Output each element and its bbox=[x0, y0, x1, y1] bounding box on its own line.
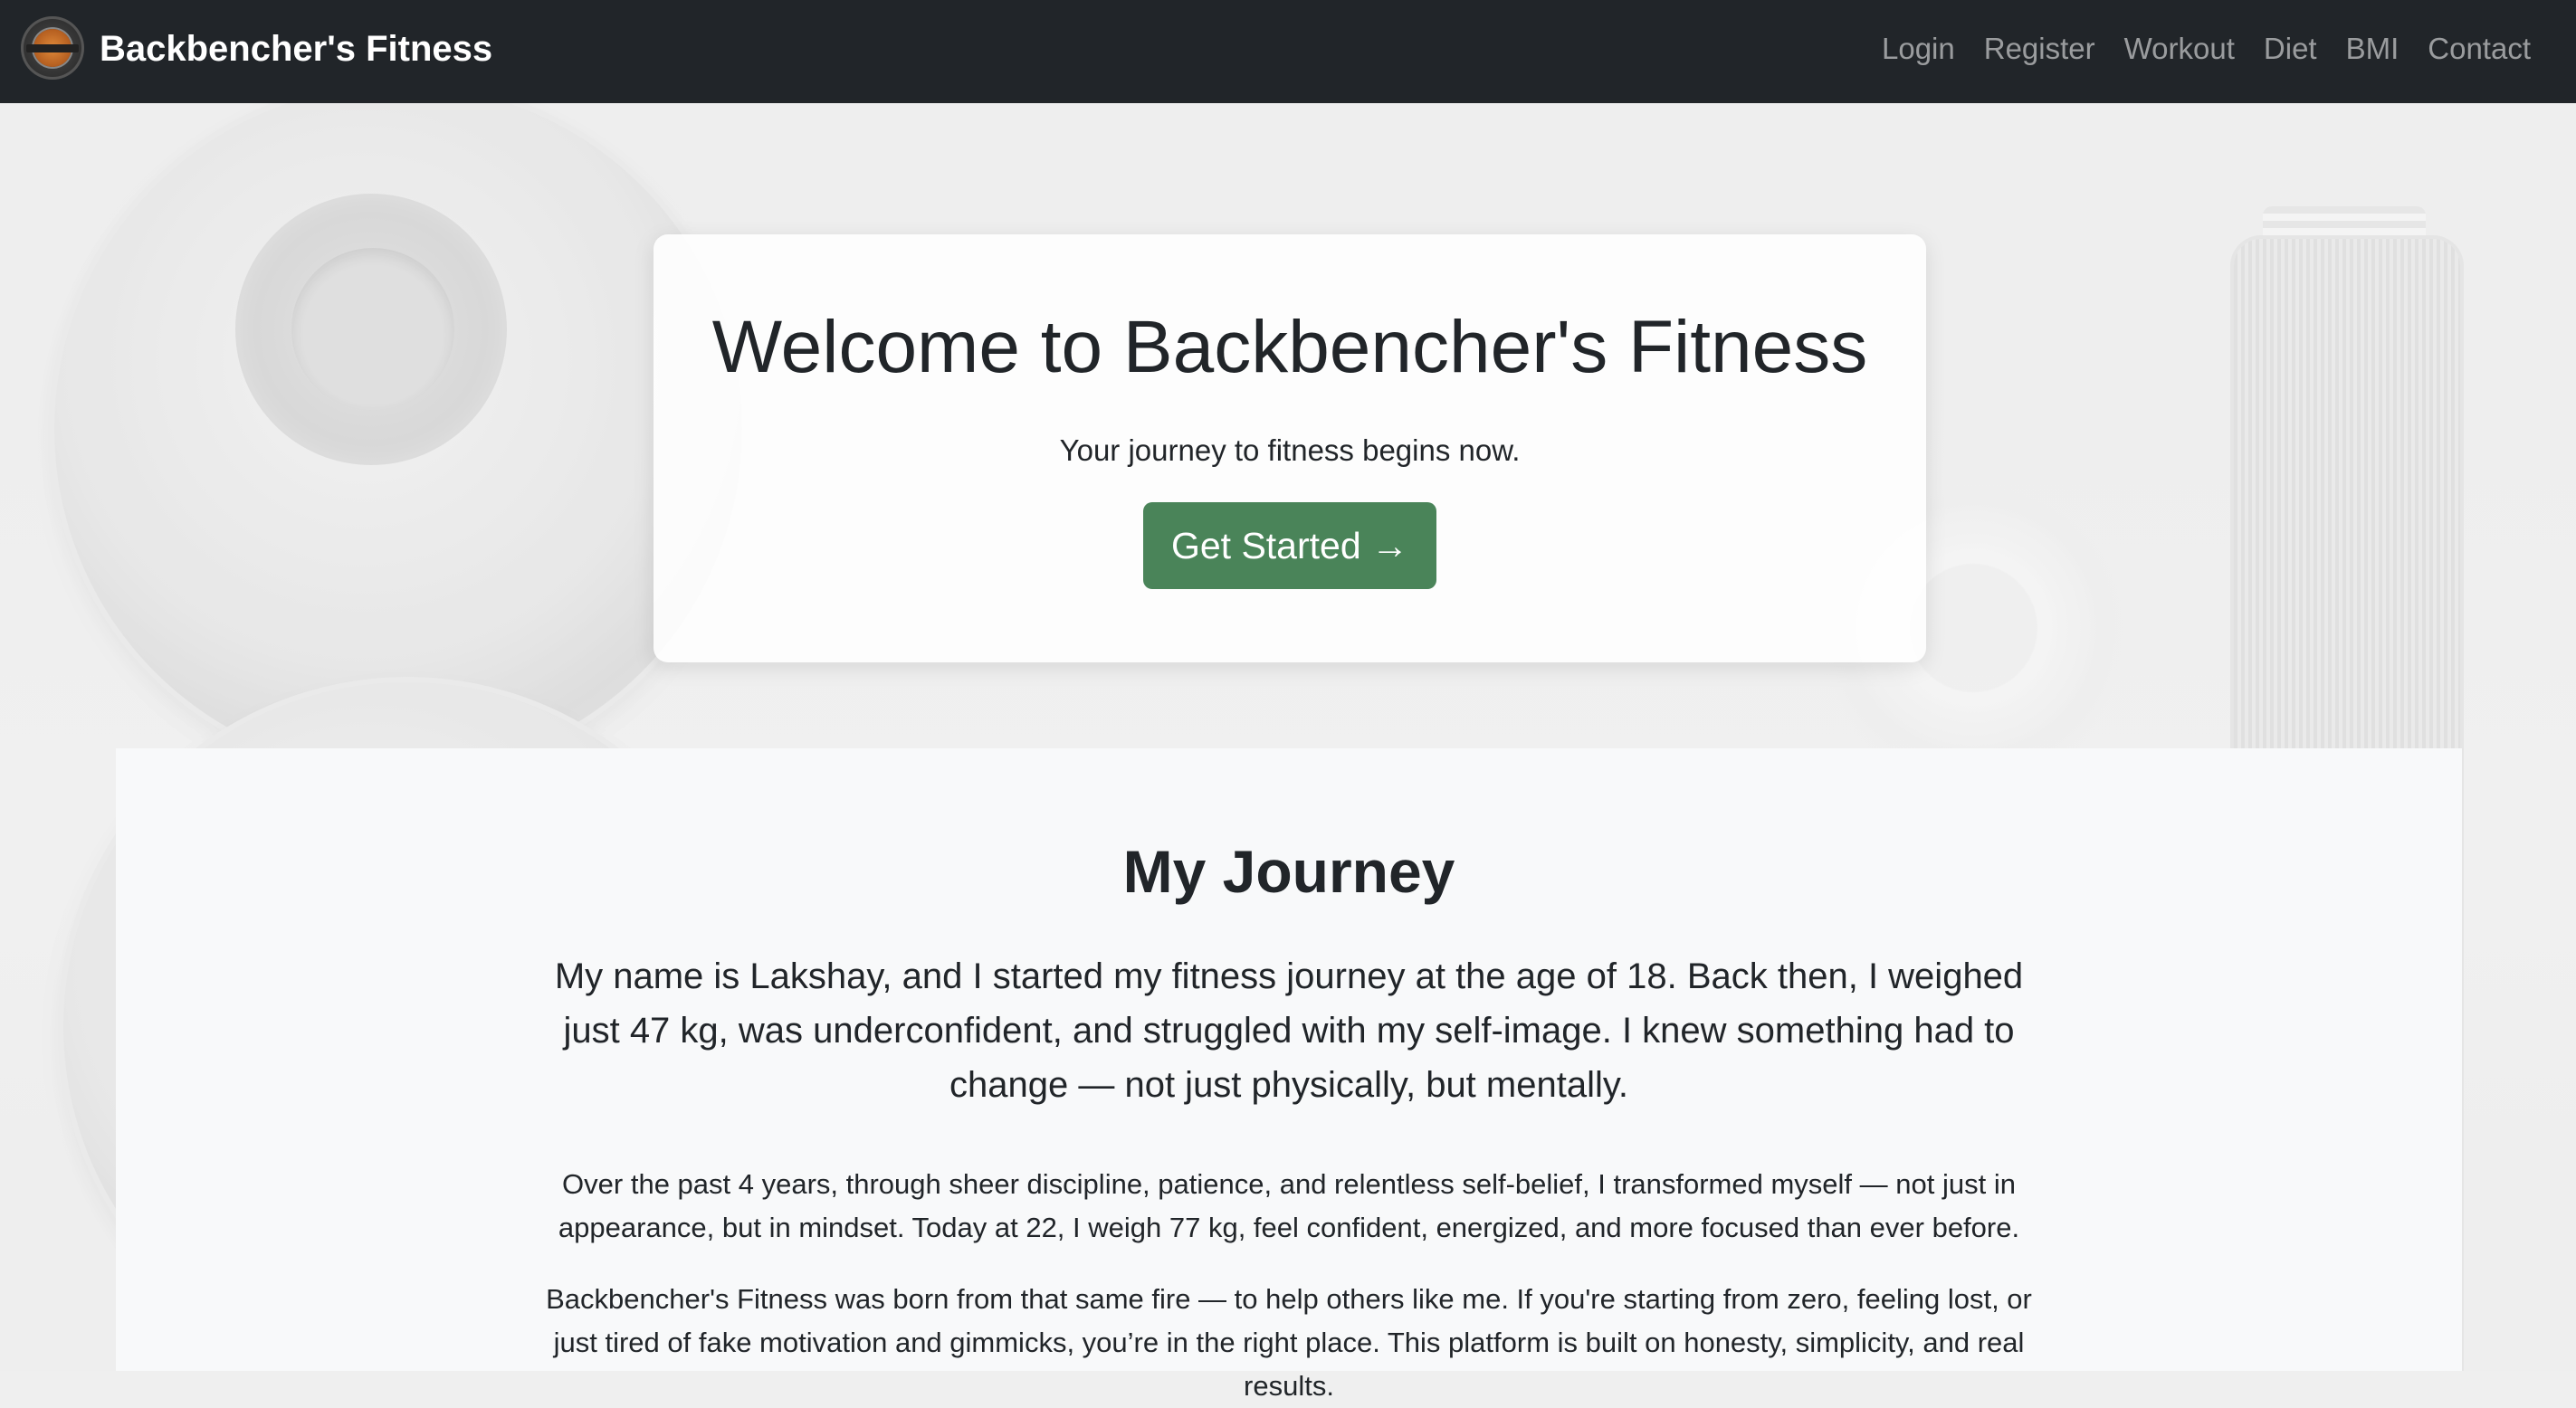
nav-link-contact[interactable]: Contact bbox=[2413, 29, 2545, 69]
get-started-button[interactable]: Get Started → bbox=[1143, 502, 1436, 589]
brand-logo-icon[interactable] bbox=[21, 16, 84, 80]
nav-link-bmi[interactable]: BMI bbox=[2332, 29, 2414, 69]
nav-link-diet[interactable]: Diet bbox=[2249, 29, 2332, 69]
journey-title: My Journey bbox=[1122, 838, 1455, 905]
journey-paragraph: Over the past 4 years, through sheer dis… bbox=[558, 1168, 2020, 1243]
nav-links: Login Register Workout Diet BMI Contact bbox=[1867, 29, 2545, 69]
journey-lead-paragraph: My name is Lakshay, and I started my fit… bbox=[554, 956, 2024, 1105]
logo-band bbox=[26, 44, 79, 52]
hero-subtitle: Your journey to fitness begins now. bbox=[1059, 433, 1521, 467]
hero-card: Welcome to Backbencher's Fitness Your jo… bbox=[654, 234, 1926, 662]
brand-title[interactable]: Backbencher's Fitness bbox=[100, 27, 492, 71]
nav-link-workout[interactable]: Workout bbox=[2110, 29, 2249, 69]
nav-link-register[interactable]: Register bbox=[1970, 29, 2110, 69]
journey-paragraph: Backbencher's Fitness was born from that… bbox=[546, 1283, 2032, 1402]
navbar: Backbencher's Fitness Login Register Wor… bbox=[0, 0, 2576, 103]
hero-title: Welcome to Backbencher's Fitness bbox=[711, 306, 1868, 388]
nav-link-login[interactable]: Login bbox=[1867, 29, 1970, 69]
journey-section: My Journey My name is Lakshay, and I sta… bbox=[116, 748, 2462, 1402]
